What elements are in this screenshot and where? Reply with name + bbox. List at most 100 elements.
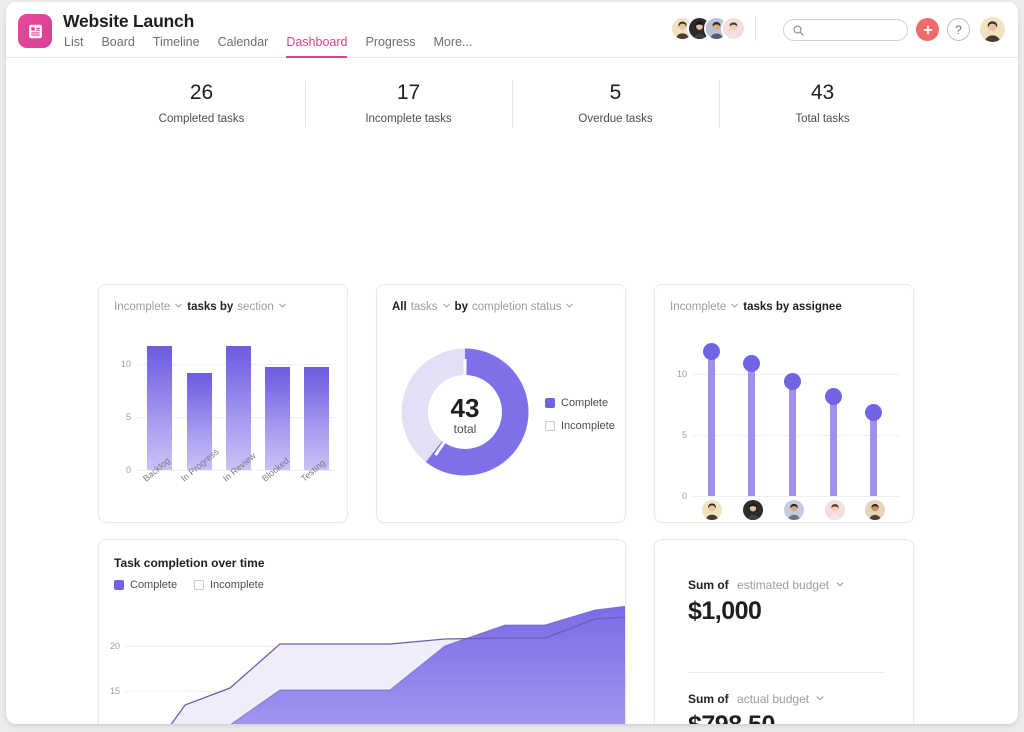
dot-assignee-4[interactable]: [825, 388, 842, 405]
stat-label: Overdue tasks: [578, 112, 653, 125]
chevron-down-icon[interactable]: [565, 301, 574, 313]
tab-progress[interactable]: Progress: [365, 35, 415, 56]
actual-budget-value: $798.50: [688, 711, 775, 724]
stat-value: 26: [189, 80, 214, 104]
legend-complete[interactable]: Complete: [545, 397, 608, 409]
assignee-avatar-1[interactable]: [702, 500, 722, 520]
dot-assignee-1[interactable]: [703, 343, 720, 360]
y-tick-15: 15: [109, 686, 120, 696]
bar-blocked[interactable]: [265, 367, 290, 470]
member-avatar-group[interactable]: [670, 16, 746, 41]
stem-assignee-1[interactable]: [708, 350, 715, 496]
bar-backlog[interactable]: [147, 346, 172, 470]
stats-row: 26 Completed tasks 17 Incomplete tasks 5…: [6, 58, 1018, 132]
y-tick-5: 5: [681, 430, 687, 440]
donut-chart: 43 total: [400, 347, 530, 477]
card-tasks-by-status: All tasks by completion status 43 total …: [376, 284, 626, 523]
stat-label: Total tasks: [795, 112, 850, 125]
stat-value: 5: [609, 80, 622, 104]
stat-total-tasks: 43 Total tasks: [719, 80, 926, 127]
lollipop-plot: 10 5 0: [655, 285, 913, 522]
search-input[interactable]: [808, 20, 904, 40]
y-tick-10: 10: [120, 359, 131, 369]
list-board-icon: [28, 24, 42, 38]
page-title: Website Launch: [63, 11, 195, 31]
donut-total-label: total: [453, 422, 477, 436]
stat-overdue-tasks: 5 Overdue tasks: [512, 80, 719, 127]
bars-container: [137, 346, 335, 470]
actual-budget-field-dropdown[interactable]: actual budget: [737, 692, 809, 706]
card-task-completion-over-time: Task completion over time Complete Incom…: [98, 539, 626, 724]
stat-incomplete-tasks: 17 Incomplete tasks: [305, 80, 512, 127]
dot-assignee-5[interactable]: [865, 404, 882, 421]
stat-label: Completed tasks: [158, 112, 245, 125]
chevron-down-icon[interactable]: [815, 692, 825, 706]
chevron-down-icon[interactable]: [442, 301, 451, 313]
y-tick-20: 20: [109, 641, 120, 651]
project-icon[interactable]: [18, 14, 52, 48]
stat-value: 17: [396, 80, 421, 104]
stat-label: Incomplete tasks: [365, 112, 452, 125]
card-tasks-by-assignee: Incomplete tasks by assignee 10 5 0: [654, 284, 914, 523]
legend-incomplete[interactable]: Incomplete: [545, 420, 615, 432]
help-button[interactable]: ?: [947, 18, 970, 41]
app-window: Website Launch List Board Timeline Calen…: [6, 2, 1018, 724]
dashboard-grid: Incomplete tasks by section 10 5 0 Backl…: [6, 132, 1018, 724]
card-budget: Sum of estimated budget $1,000 Sum of ac…: [654, 539, 914, 724]
tab-list[interactable]: List: [64, 35, 83, 56]
stem-assignee-5[interactable]: [870, 411, 877, 496]
budget-divider: [688, 672, 884, 673]
stem-assignee-4[interactable]: [830, 395, 837, 496]
legend-swatch-complete: [545, 398, 555, 408]
stem-assignee-3[interactable]: [789, 380, 796, 496]
legend-label-complete: Complete: [561, 397, 609, 409]
estimated-budget-field-dropdown[interactable]: estimated budget: [737, 578, 829, 592]
tab-timeline[interactable]: Timeline: [153, 35, 200, 56]
actual-budget-prefix: Sum of: [688, 692, 729, 706]
tab-more[interactable]: More...: [434, 35, 473, 56]
donut-total-value: 43: [450, 393, 480, 423]
assignee-avatar-3[interactable]: [784, 500, 804, 520]
estimated-budget-value: $1,000: [688, 597, 762, 625]
help-icon: ?: [955, 22, 962, 37]
stem-assignee-2[interactable]: [748, 362, 755, 496]
bar-testing[interactable]: [304, 367, 329, 470]
y-tick-0: 0: [681, 491, 687, 501]
estimated-budget-prefix: Sum of: [688, 578, 729, 592]
assignee-avatar-5[interactable]: [865, 500, 885, 520]
dot-assignee-3[interactable]: [784, 373, 801, 390]
y-tick-0: 0: [125, 465, 131, 475]
bar-chart-plot: 10 5 0 Backlog In Progress In Review Blo…: [99, 285, 347, 522]
current-user-avatar[interactable]: [980, 17, 1005, 42]
assignee-avatar-4[interactable]: [825, 500, 845, 520]
filter-all[interactable]: All: [392, 301, 407, 313]
actual-budget-label: Sum of actual budget: [688, 692, 825, 706]
stacked-area-series[interactable]: [125, 600, 626, 724]
y-tick-5: 5: [125, 412, 131, 422]
search-bar[interactable]: [783, 19, 908, 41]
tab-dashboard[interactable]: Dashboard: [286, 35, 348, 58]
dot-assignee-2[interactable]: [743, 355, 760, 372]
legend-swatch-incomplete: [545, 421, 555, 431]
dimension-dropdown-completion-status[interactable]: completion status: [472, 301, 562, 313]
stat-value: 43: [810, 80, 835, 104]
tab-board[interactable]: Board: [101, 35, 134, 56]
scope-dropdown-tasks[interactable]: tasks: [411, 301, 438, 313]
search-icon: [792, 24, 805, 42]
app-header: Website Launch List Board Timeline Calen…: [6, 2, 1018, 58]
assignee-avatar-2[interactable]: [743, 500, 763, 520]
card-status-header: All tasks by completion status: [392, 301, 574, 313]
bar-in-review[interactable]: [226, 346, 251, 470]
stat-completed-tasks: 26 Completed tasks: [98, 80, 305, 125]
gridline-5: [693, 435, 900, 436]
add-button[interactable]: [916, 18, 939, 41]
gridline-0: [693, 496, 900, 497]
card-title-by: by: [454, 301, 468, 313]
card-tasks-by-section: Incomplete tasks by section 10 5 0 Backl…: [98, 284, 348, 523]
chevron-down-icon[interactable]: [835, 578, 845, 592]
estimated-budget-label: Sum of estimated budget: [688, 578, 845, 592]
area-chart-plot: 20 15 10: [99, 540, 625, 724]
legend-label-incomplete: Incomplete: [561, 420, 615, 432]
tab-calendar[interactable]: Calendar: [218, 35, 269, 56]
member-avatar-4[interactable]: [721, 16, 746, 41]
